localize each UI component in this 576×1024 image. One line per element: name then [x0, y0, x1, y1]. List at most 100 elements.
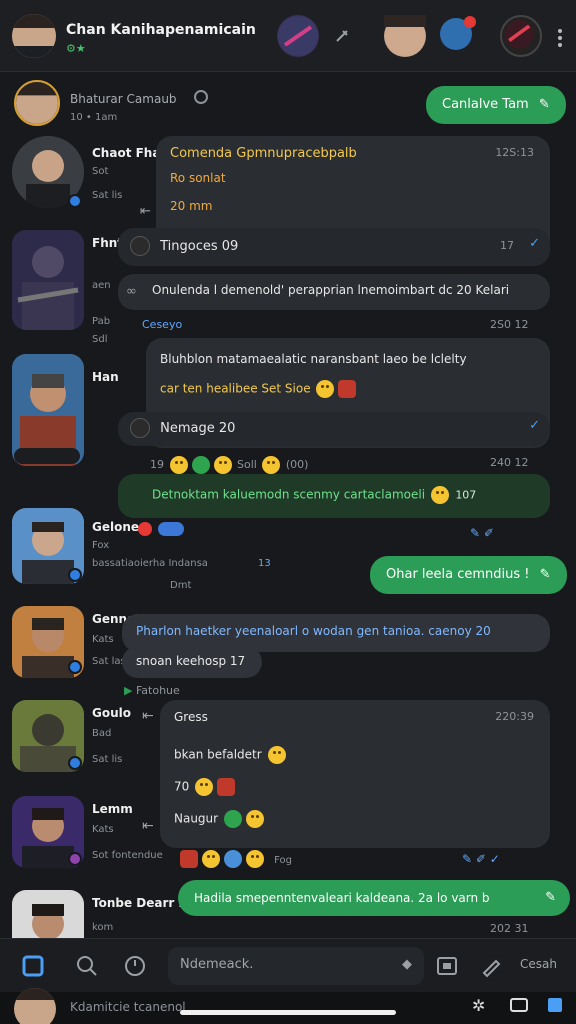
pinned-name[interactable]: Bhaturar Camaub: [70, 92, 177, 106]
message-meta: Ceseyo: [142, 318, 182, 331]
verified-icon: [68, 852, 82, 866]
message-line-row: Naugur: [174, 810, 536, 828]
message-sender-row[interactable]: Tingoces 09 17 ✓: [118, 228, 550, 266]
message-line-row: car ten healibee Set Sioe: [160, 380, 536, 398]
message-line: car ten healibee Set Sioe: [160, 381, 311, 396]
chat-count: 13: [258, 558, 271, 569]
message-bubble[interactable]: Onulenda l demenold' perapprian lnemoimb…: [118, 274, 550, 310]
smile-emoji-icon: [245, 810, 264, 828]
primary-action-button[interactable]: Canlalve Tam ✎: [426, 86, 566, 124]
emoji-icon: [191, 456, 210, 474]
home-icon[interactable]: [20, 953, 46, 979]
emoji-icon: [223, 810, 242, 828]
message-time: 12S:13: [495, 146, 534, 159]
pen-icon[interactable]: [478, 953, 504, 979]
message-bubble[interactable]: snoan keehosp 17: [122, 646, 262, 678]
gift-emoji-icon: [338, 380, 357, 398]
message-label: Ceseyo: [142, 318, 183, 331]
contact-avatar[interactable]: [384, 15, 426, 57]
status-badge-red: [138, 522, 152, 536]
link-icon: ∞: [126, 284, 137, 299]
chat-sub: kom: [92, 922, 114, 933]
chat-name[interactable]: Lemm: [92, 802, 133, 816]
smile-emoji-icon: [431, 486, 450, 504]
chat-avatar[interactable]: [12, 230, 84, 330]
message-input[interactable]: Ndemeack. ◆: [168, 947, 424, 985]
message-input-placeholder: Ndemeack.: [180, 957, 254, 972]
send-button[interactable]: Cesah: [520, 957, 557, 971]
chat-sub: Sot fontendue: [92, 850, 163, 861]
meta-label: Soll: [237, 458, 257, 471]
message-line: bkan befaldetr: [174, 747, 262, 762]
pin-icon[interactable]: [334, 28, 350, 44]
chat-sub: Sat las: [92, 656, 126, 667]
search-icon[interactable]: [74, 953, 100, 979]
message-text: snoan keehosp 17: [136, 654, 246, 668]
chat-avatar[interactable]: [12, 890, 84, 938]
bottom-toolbar: Ndemeack. ◆ Cesah: [0, 938, 576, 992]
pinned-sub: 10 • 1am: [70, 112, 118, 123]
grid-icon[interactable]: [548, 998, 562, 1012]
keyboard-icon[interactable]: [510, 998, 528, 1012]
game-avatar-icon[interactable]: [277, 15, 319, 57]
chat-sub: aen: [92, 280, 111, 291]
sender-avatar-icon: [130, 236, 150, 256]
message-line-row: bkan befaldetr: [174, 746, 536, 764]
message-actions: ✎ ✐ ✓: [462, 852, 500, 866]
message-line: 70: [174, 779, 190, 794]
footer-name: Kdamitcie tcanenol: [70, 1000, 186, 1014]
message-text: Detnoktam kaluemodn scenmy cartaclamoeli: [152, 487, 426, 502]
mute-icon[interactable]: [194, 90, 208, 104]
message-sender-row[interactable]: Nemage 20 ✓: [118, 412, 550, 446]
message-line: Bluhblon matamaealatic naransbant laeo b…: [160, 352, 467, 366]
meta-label: (00): [285, 458, 309, 471]
message-bubble-outgoing[interactable]: Detnoktam kaluemodn scenmy cartaclamoeli…: [118, 474, 550, 518]
chat-sub: Kats: [92, 634, 114, 645]
reply-icon[interactable]: ⇤: [142, 818, 154, 834]
chat-sub: Fox: [92, 540, 110, 551]
profile-avatar[interactable]: [12, 14, 56, 58]
message-bubble-outgoing[interactable]: Hadila smepenntenvaleari kaldeana. 2a lo…: [178, 880, 570, 916]
timer-icon[interactable]: [122, 953, 148, 979]
message-bubble-outgoing[interactable]: Ohar leela cemndius ! ✎: [370, 556, 567, 594]
home-indicator[interactable]: [180, 1010, 396, 1015]
message-line: Naugur: [174, 811, 219, 826]
message-count: 107: [455, 488, 477, 502]
attach-media-icon[interactable]: [434, 953, 460, 979]
primary-action-label: Canlalve Tam: [442, 97, 529, 112]
edit-icon: ✎: [538, 97, 550, 112]
meta-count: 19: [150, 458, 164, 471]
message-time: 202 31: [490, 922, 529, 935]
emoji-icon: [217, 778, 236, 796]
message-meta-row: 19 Soll (00): [150, 456, 308, 474]
chat-name[interactable]: Gelone: [92, 520, 139, 534]
settings-icon[interactable]: ✲: [472, 996, 485, 1015]
message-card[interactable]: Gress 220:39 bkan befaldetr 70 Naugur: [160, 700, 550, 848]
notifications-icon[interactable]: [440, 16, 476, 50]
verified-icon: [68, 660, 82, 674]
game-logo-icon[interactable]: [500, 15, 542, 57]
chat-title[interactable]: Chan Kanihapenamicain: [66, 22, 256, 38]
message-time: 2S0 12: [490, 318, 529, 331]
reply-icon[interactable]: ⇤: [142, 708, 154, 724]
sender-name: Nemage 20: [160, 420, 236, 436]
smile-emoji-icon: [195, 778, 214, 796]
footer-avatar[interactable]: [14, 988, 56, 1024]
emoji-icon: [262, 456, 281, 474]
chat-name[interactable]: Han: [92, 370, 119, 384]
sticker-icon[interactable]: ◆: [402, 957, 412, 972]
reply-icon[interactable]: ⇤: [140, 204, 151, 219]
chat-sub: Dmt: [170, 580, 192, 591]
message-stat: 17: [500, 239, 514, 252]
message-line: 20 mm: [170, 199, 213, 213]
chat-name[interactable]: Goulo: [92, 706, 131, 720]
message-line-row: 70: [174, 778, 536, 796]
emoji-icon: [213, 456, 232, 474]
pinned-avatar[interactable]: [14, 80, 60, 126]
more-menu-icon[interactable]: [556, 28, 564, 48]
chat-sub: Sot: [92, 166, 109, 177]
smile-emoji-icon: [316, 380, 335, 398]
message-actions: ✎ ✐: [470, 526, 494, 540]
chat-sub: Pab: [92, 316, 111, 327]
message-line: Ro sonlat: [170, 171, 226, 185]
